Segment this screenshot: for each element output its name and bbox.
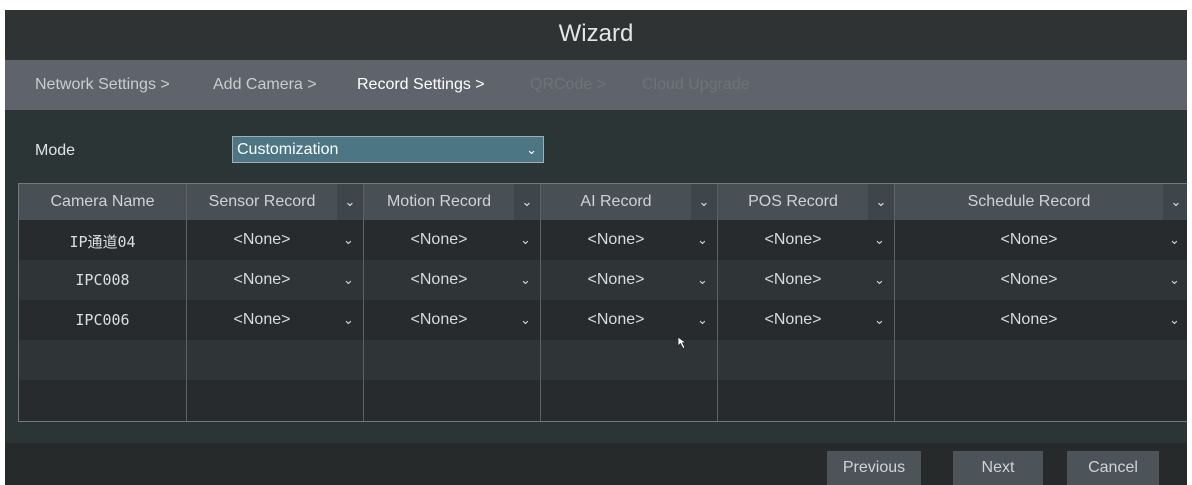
empty-row	[19, 380, 1187, 420]
sensor-record-select[interactable]: <None> ⌄	[187, 220, 363, 260]
sensor-record-select[interactable]: <None> ⌄	[187, 300, 363, 340]
footer-buttons: Previous Next Cancel	[5, 443, 1187, 485]
select-value: <None>	[1000, 311, 1058, 328]
chevron-down-icon: ⌄	[1169, 312, 1180, 327]
select-value: <None>	[764, 311, 822, 328]
pos-record-select[interactable]: <None> ⌄	[718, 260, 894, 300]
wizard-content: Mode Customization ⌄ Camera Name Sensor R…	[5, 110, 1187, 443]
chevron-down-icon: ⌄	[874, 232, 885, 247]
schedule-record-select[interactable]: <None> ⌄	[895, 300, 1187, 340]
column-header-schedule-record: Schedule Record ⌄	[895, 184, 1187, 220]
select-value: <None>	[587, 311, 645, 328]
chevron-down-icon: ⌄	[1169, 272, 1180, 287]
column-divider	[363, 184, 364, 421]
column-header-label: Camera Name	[50, 193, 155, 210]
table-row: IPC006 <None> ⌄ <None> ⌄ <None> ⌄ <None> ⌄ <None>…	[19, 300, 1187, 340]
column-header-motion-record: Motion Record ⌄	[364, 184, 540, 220]
column-header-dropdown[interactable]: ⌄	[691, 184, 717, 220]
column-header-camera-name: Camera Name	[19, 184, 186, 220]
column-header-dropdown[interactable]: ⌄	[514, 184, 540, 220]
column-divider	[717, 184, 718, 421]
column-header-label: Sensor Record	[208, 193, 316, 210]
mouse-pointer-icon	[677, 336, 688, 350]
record-settings-table: Camera Name Sensor Record ⌄ Motion Record ⌄ A…	[18, 183, 1187, 422]
chevron-down-icon: ⌄	[520, 232, 531, 247]
camera-name-cell: IP通道04	[69, 233, 136, 251]
table-row: IPC008 <None> ⌄ <None> ⌄ <None> ⌄ <None> ⌄ <None>…	[19, 260, 1187, 300]
select-value: <None>	[1000, 271, 1058, 288]
pos-record-select[interactable]: <None> ⌄	[718, 300, 894, 340]
wizard-step-4: QRCode >	[530, 76, 607, 93]
select-value: <None>	[1000, 231, 1058, 248]
column-divider	[894, 184, 895, 421]
cancel-button[interactable]: Cancel	[1067, 451, 1159, 485]
wizard-step-5: Cloud Upgrade	[642, 76, 750, 93]
chevron-down-icon: ⌄	[343, 272, 354, 287]
chevron-down-icon: ⌄	[520, 312, 531, 327]
column-header-label: AI Record	[580, 193, 652, 210]
ai-record-select[interactable]: <None> ⌄	[541, 220, 717, 260]
chevron-down-icon: ⌄	[526, 142, 537, 157]
chevron-down-icon: ⌄	[875, 194, 887, 209]
column-header-label: Motion Record	[386, 193, 492, 210]
select-value: <None>	[410, 231, 468, 248]
schedule-record-select[interactable]: <None> ⌄	[895, 260, 1187, 300]
ai-record-select[interactable]: <None> ⌄	[541, 260, 717, 300]
chevron-down-icon: ⌄	[874, 312, 885, 327]
camera-name-cell: IPC008	[75, 271, 130, 289]
camera-name-cell: IPC006	[75, 311, 130, 329]
chevron-down-icon: ⌄	[521, 194, 533, 209]
chevron-down-icon: ⌄	[1170, 194, 1182, 209]
column-header-label: Schedule Record	[967, 193, 1091, 210]
select-value: <None>	[587, 231, 645, 248]
wizard-window: Wizard Network Settings > Add Camera > Rec…	[5, 10, 1187, 485]
mode-value: Customization	[237, 141, 339, 158]
window-title: Wizard	[5, 10, 1187, 60]
motion-record-select[interactable]: <None> ⌄	[364, 220, 540, 260]
select-value: <None>	[764, 271, 822, 288]
motion-record-select[interactable]: <None> ⌄	[364, 260, 540, 300]
select-value: <None>	[764, 231, 822, 248]
column-header-sensor-record: Sensor Record ⌄	[187, 184, 363, 220]
chevron-down-icon: ⌄	[520, 272, 531, 287]
column-header-dropdown[interactable]: ⌄	[1163, 184, 1187, 220]
chevron-down-icon: ⌄	[698, 194, 710, 209]
pos-record-select[interactable]: <None> ⌄	[718, 220, 894, 260]
select-value: <None>	[233, 311, 291, 328]
wizard-steps: Network Settings > Add Camera > Record Set…	[5, 60, 1187, 110]
chevron-down-icon: ⌄	[344, 194, 356, 209]
schedule-record-select[interactable]: <None> ⌄	[895, 220, 1187, 260]
column-header-ai-record: AI Record ⌄	[541, 184, 717, 220]
chevron-down-icon: ⌄	[697, 312, 708, 327]
chevron-down-icon: ⌄	[343, 232, 354, 247]
wizard-step-3: Record Settings >	[357, 76, 485, 93]
select-value: <None>	[410, 311, 468, 328]
ai-record-select[interactable]: <None> ⌄	[541, 300, 717, 340]
mode-select[interactable]: Customization ⌄	[232, 136, 544, 163]
column-header-dropdown[interactable]: ⌄	[337, 184, 363, 220]
chevron-down-icon: ⌄	[697, 272, 708, 287]
chevron-down-icon: ⌄	[1169, 232, 1180, 247]
column-divider	[540, 184, 541, 421]
column-divider	[186, 184, 187, 421]
wizard-step-2: Add Camera >	[213, 76, 317, 93]
chevron-down-icon: ⌄	[697, 232, 708, 247]
select-value: <None>	[233, 231, 291, 248]
sensor-record-select[interactable]: <None> ⌄	[187, 260, 363, 300]
select-value: <None>	[233, 271, 291, 288]
column-header-pos-record: POS Record ⌄	[718, 184, 894, 220]
chevron-down-icon: ⌄	[343, 312, 354, 327]
column-header-dropdown[interactable]: ⌄	[868, 184, 894, 220]
select-value: <None>	[587, 271, 645, 288]
empty-row	[19, 340, 1187, 380]
chevron-down-icon: ⌄	[874, 272, 885, 287]
next-button[interactable]: Next	[953, 451, 1043, 485]
column-header-label: POS Record	[748, 193, 838, 210]
table-row: IP通道04 <None> ⌄ <None> ⌄ <None> ⌄ <None> ⌄ <None>…	[19, 220, 1187, 260]
previous-button[interactable]: Previous	[827, 451, 921, 485]
motion-record-select[interactable]: <None> ⌄	[364, 300, 540, 340]
mode-label: Mode	[35, 142, 76, 159]
wizard-step-1: Network Settings >	[35, 76, 170, 93]
select-value: <None>	[410, 271, 468, 288]
